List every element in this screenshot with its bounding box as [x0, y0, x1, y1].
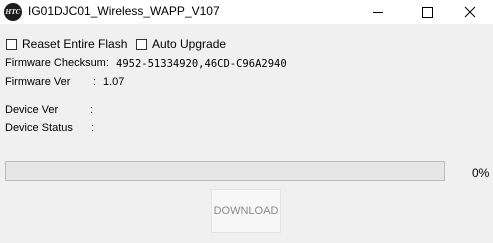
app-logo-text: HTC	[5, 8, 21, 16]
maximize-icon	[421, 6, 433, 18]
firmware-version-separator: :	[93, 76, 97, 88]
reset-flash-option[interactable]: Reaset Entire Flash	[6, 37, 127, 51]
minimize-button[interactable]	[355, 0, 401, 24]
download-progress-bar	[5, 161, 445, 181]
device-status-separator: :	[91, 122, 95, 134]
app-logo-icon: HTC	[4, 3, 22, 21]
device-version-label: Device Ver	[5, 104, 59, 116]
maximize-button[interactable]	[404, 0, 450, 24]
device-status-label: Device Status	[5, 122, 73, 134]
window-title: IG01DJC01_Wireless_WAPP_V107	[28, 4, 220, 18]
auto-upgrade-label: Auto Upgrade	[152, 37, 227, 51]
title-bar: HTC IG01DJC01_Wireless_WAPP_V107	[0, 0, 493, 24]
minimize-icon	[373, 12, 383, 13]
download-button[interactable]: DOWNLOAD	[211, 189, 281, 233]
auto-upgrade-option[interactable]: Auto Upgrade	[136, 37, 226, 51]
auto-upgrade-checkbox[interactable]	[136, 38, 147, 50]
reset-flash-checkbox[interactable]	[6, 38, 17, 50]
device-version-separator: :	[90, 104, 94, 116]
close-button[interactable]	[447, 0, 493, 24]
firmware-version-value: 1.07	[103, 76, 125, 88]
firmware-checksum-label: Firmware Checksum:	[5, 57, 109, 69]
close-icon	[464, 6, 476, 18]
firmware-checksum-value: 4952-51334920,46CD-C96A2940	[116, 58, 287, 70]
firmware-version-label: Firmware Ver	[5, 76, 71, 88]
progress-percent: 0%	[472, 166, 490, 180]
reset-flash-label: Reaset Entire Flash	[22, 37, 128, 51]
